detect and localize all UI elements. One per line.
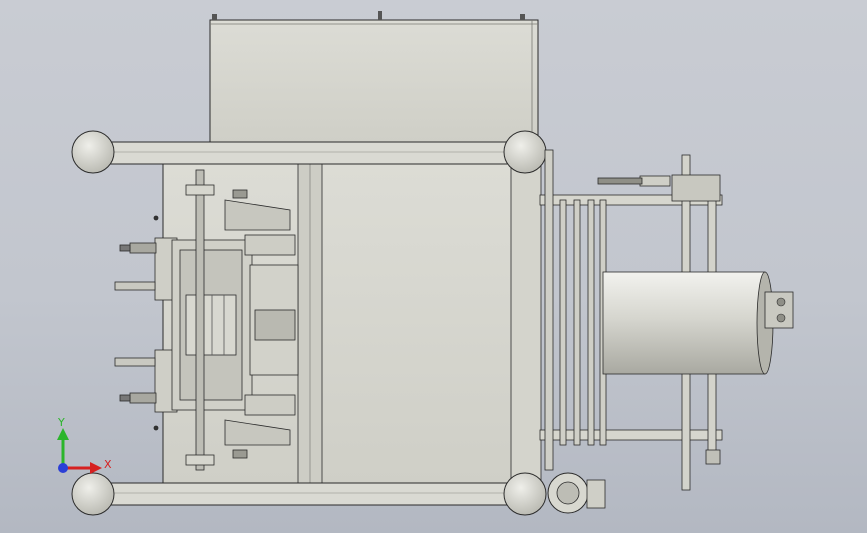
film-roll [602,271,794,375]
frame-top-bar [92,141,526,165]
axis-y-label: Y [57,416,65,429]
axis-x-label: X [104,458,112,471]
corner-ball-top-right [503,130,547,174]
coordinate-triad-icon: Y X [57,416,112,474]
corner-ball-top-left [71,130,115,174]
top-housing [209,11,539,143]
corner-ball-bottom-left [71,472,115,516]
bottom-wheel [547,472,606,514]
cad-viewport[interactable]: Y X [0,0,867,533]
frame-bottom-bar [92,482,526,506]
corner-ball-bottom-right [503,472,547,516]
